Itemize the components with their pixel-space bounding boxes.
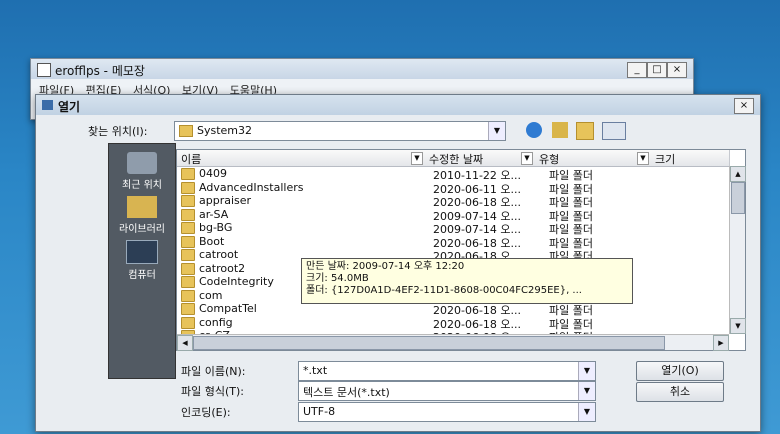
file-name: CompatTel bbox=[199, 302, 257, 315]
folder-icon bbox=[181, 276, 195, 288]
file-name: ar-SA bbox=[199, 207, 229, 221]
folder-icon bbox=[181, 222, 195, 234]
filename-input[interactable]: *.txt ▼ bbox=[298, 361, 596, 381]
file-name: bg-BG bbox=[199, 221, 233, 234]
file-name: config bbox=[199, 315, 233, 329]
notepad-title-bar[interactable]: erofflps - 메모장 _ □ × bbox=[31, 59, 693, 79]
folder-icon bbox=[181, 208, 195, 221]
file-row[interactable]: AdvancedInstallers 2020-06-11 오... 파일 폴더 bbox=[177, 180, 729, 196]
chevron-down-icon[interactable]: ▼ bbox=[578, 382, 595, 400]
column-header-size[interactable]: 크기 bbox=[651, 150, 730, 167]
notepad-title: erofflps - 메모장 bbox=[55, 64, 145, 78]
folder-icon bbox=[179, 125, 193, 137]
folder-icon bbox=[181, 316, 195, 329]
encoding-select[interactable]: UTF-8 ▼ bbox=[298, 402, 596, 422]
folder-icon bbox=[181, 181, 195, 194]
dialog-icon bbox=[42, 100, 53, 110]
file-list[interactable]: 이름 ▼ 수정한 날짜 ▼ 유형 ▼ 크기 0409 2010-11-22 오... 파일… bbox=[176, 149, 746, 351]
libraries-icon bbox=[127, 196, 157, 218]
chevron-down-icon[interactable]: ▼ bbox=[521, 152, 533, 165]
chevron-down-icon[interactable]: ▼ bbox=[578, 362, 595, 380]
file-rows: 0409 2010-11-22 오... 파일 폴더 AdvancedInstalle… bbox=[177, 167, 729, 334]
look-in-value: System32 bbox=[197, 124, 253, 137]
filename-value: *.txt bbox=[303, 364, 328, 377]
chevron-down-icon[interactable]: ▼ bbox=[578, 403, 595, 421]
file-row[interactable]: config 2020-06-18 오... 파일 폴더 bbox=[177, 315, 729, 331]
back-icon[interactable] bbox=[526, 122, 542, 138]
computer-icon bbox=[126, 240, 158, 264]
chevron-down-icon[interactable]: ▼ bbox=[637, 152, 649, 165]
up-folder-icon[interactable] bbox=[552, 122, 568, 138]
filetype-select[interactable]: 텍스트 문서(*.txt) ▼ bbox=[298, 381, 596, 401]
file-row[interactable]: Boot 2020-06-18 오... 파일 폴더 bbox=[177, 234, 729, 250]
column-header-name[interactable]: 이름 ▼ bbox=[177, 150, 426, 167]
dialog-close-button[interactable]: × bbox=[734, 98, 754, 114]
file-name: CodeIntegrity bbox=[199, 275, 274, 288]
file-name: Boot bbox=[199, 234, 225, 248]
file-row[interactable]: bg-BG 2009-07-14 오... 파일 폴더 bbox=[177, 221, 729, 236]
folder-icon bbox=[181, 289, 195, 302]
scroll-thumb[interactable] bbox=[731, 182, 745, 214]
chevron-down-icon[interactable]: ▼ bbox=[411, 152, 423, 165]
column-header-type[interactable]: 유형 ▼ bbox=[535, 150, 652, 167]
view-menu-icon[interactable] bbox=[602, 122, 626, 140]
file-name: com bbox=[199, 288, 223, 302]
filename-label: 파일 이름(N): bbox=[181, 365, 246, 378]
scroll-down-button[interactable]: ▼ bbox=[730, 318, 746, 334]
chevron-down-icon[interactable]: ▼ bbox=[488, 122, 505, 140]
look-in-label: 찾는 위치(I): bbox=[88, 125, 148, 138]
new-folder-icon[interactable] bbox=[576, 122, 594, 140]
folder-icon bbox=[181, 249, 195, 261]
encoding-value: UTF-8 bbox=[303, 405, 336, 418]
scroll-right-button[interactable]: ▶ bbox=[713, 335, 729, 351]
folder-icon bbox=[181, 262, 195, 275]
file-row[interactable]: appraiser 2020-06-18 오... 파일 폴더 bbox=[177, 194, 729, 209]
folder-icon bbox=[181, 168, 195, 180]
minimize-button[interactable]: _ bbox=[627, 62, 647, 78]
scroll-thumb-horizontal[interactable] bbox=[193, 336, 665, 350]
file-row[interactable]: 0409 2010-11-22 오... 파일 폴더 bbox=[177, 167, 729, 182]
horizontal-scrollbar[interactable]: ◀ ▶ bbox=[177, 334, 729, 351]
place-computer[interactable]: 컴퓨터 bbox=[109, 240, 175, 281]
place-recent-label: 최근 위치 bbox=[122, 180, 162, 191]
file-name: catroot2 bbox=[199, 261, 246, 275]
maximize-button[interactable]: □ bbox=[647, 62, 667, 78]
tooltip-folders: 폴더: {127D0A1D-4EF2-11D1-8608-00C04FC295E… bbox=[306, 285, 582, 296]
close-button[interactable]: × bbox=[667, 62, 687, 78]
file-name: 0409 bbox=[199, 167, 227, 180]
dialog-title-bar[interactable]: 열기 × bbox=[36, 95, 760, 115]
place-recent[interactable]: 최근 위치 bbox=[109, 152, 175, 191]
filetype-label: 파일 형식(T): bbox=[181, 385, 244, 398]
file-name: AdvancedInstallers bbox=[199, 180, 304, 194]
scroll-left-button[interactable]: ◀ bbox=[177, 335, 193, 351]
file-name: appraiser bbox=[199, 194, 252, 207]
vertical-scrollbar[interactable]: ▲ ▼ bbox=[729, 166, 746, 334]
filetype-value: 텍스트 문서(*.txt) bbox=[303, 386, 390, 399]
file-name: catroot bbox=[199, 248, 239, 261]
place-libraries[interactable]: 라이브러리 bbox=[109, 196, 175, 235]
folder-info-tooltip: 만든 날짜: 2009-07-14 오후 12:20 크기: 54.0MB 폴더… bbox=[301, 258, 633, 304]
recent-places-icon bbox=[127, 152, 157, 174]
look-in-combo[interactable]: System32 ▼ bbox=[174, 121, 506, 141]
open-button[interactable]: 열기(O) bbox=[636, 361, 724, 381]
scroll-up-button[interactable]: ▲ bbox=[730, 166, 746, 182]
places-bar: 최근 위치 라이브러리 컴퓨터 bbox=[108, 143, 176, 379]
folder-icon bbox=[181, 235, 195, 248]
dialog-title: 열기 bbox=[58, 100, 81, 114]
tooltip-size: 크기: 54.0MB bbox=[306, 273, 369, 284]
folder-icon bbox=[181, 303, 195, 315]
tooltip-created: 만든 날짜: 2009-07-14 오후 12:20 bbox=[306, 261, 465, 272]
file-row[interactable]: ar-SA 2009-07-14 오... 파일 폴더 bbox=[177, 207, 729, 223]
column-header-date[interactable]: 수정한 날짜 ▼ bbox=[425, 150, 536, 167]
encoding-label: 인코딩(E): bbox=[181, 406, 231, 419]
folder-icon bbox=[181, 195, 195, 207]
open-dialog: 열기 × 찾는 위치(I): System32 ▼ 최근 위치 라이브러리 컴퓨… bbox=[35, 94, 761, 432]
cancel-button[interactable]: 취소 bbox=[636, 382, 724, 402]
place-libraries-label: 라이브러리 bbox=[119, 224, 165, 235]
notepad-app-icon bbox=[37, 63, 51, 77]
place-computer-label: 컴퓨터 bbox=[128, 270, 156, 281]
